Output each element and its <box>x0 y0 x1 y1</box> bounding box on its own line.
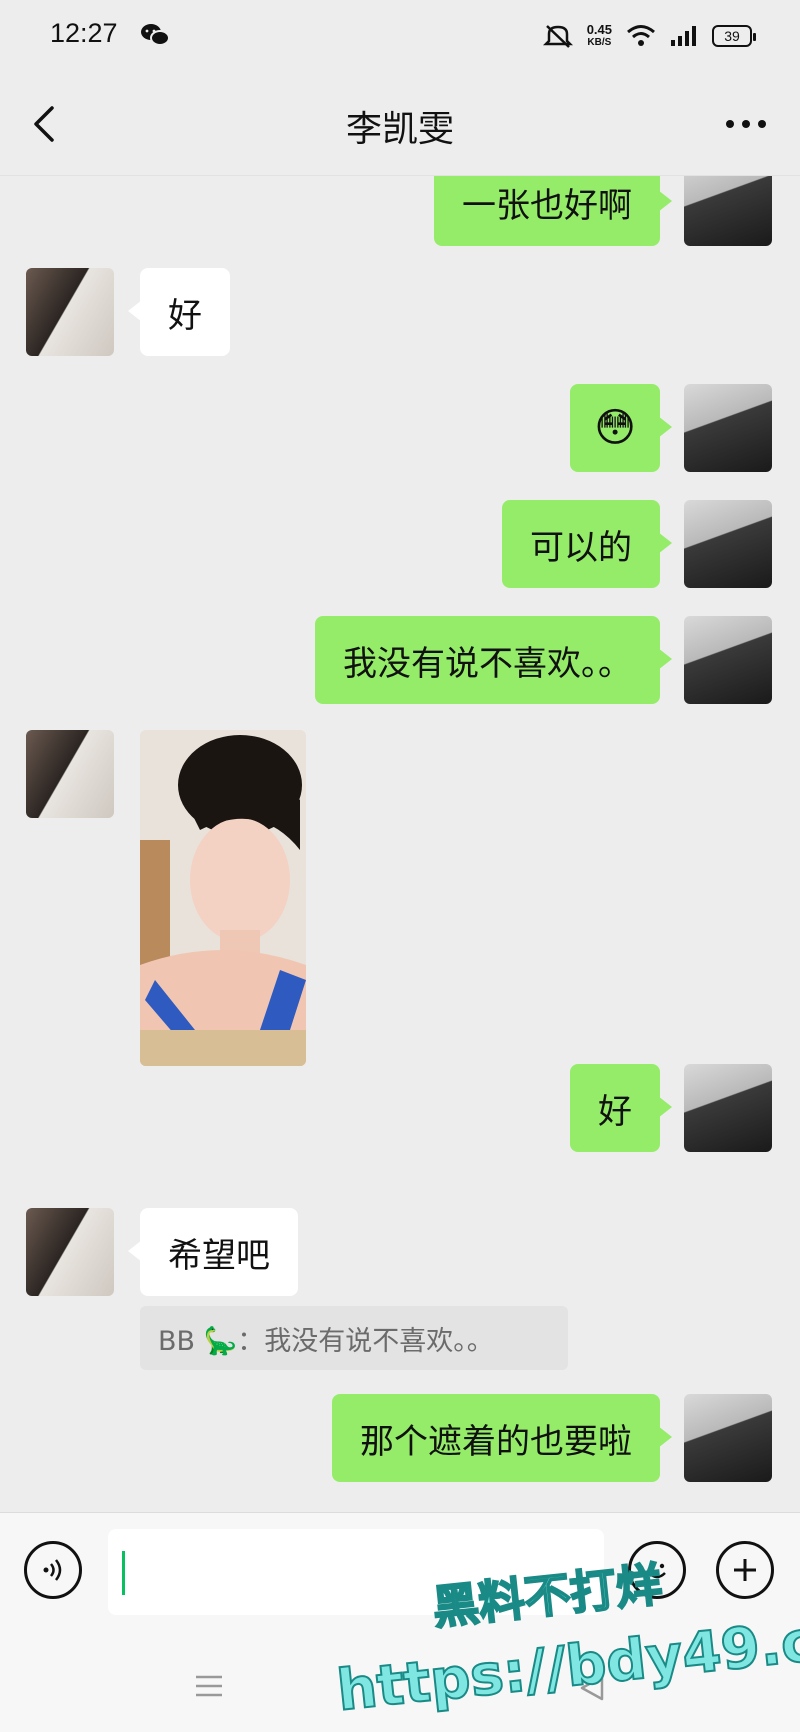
chat-header: 李凯雯 <box>0 72 800 176</box>
my-avatar[interactable] <box>684 500 772 588</box>
net-speed-value: 0.45 <box>586 22 612 37</box>
message-bubble-sent[interactable]: 😳 <box>570 384 672 472</box>
voice-button[interactable] <box>24 1541 82 1599</box>
image-message[interactable] <box>140 730 306 1066</box>
flushed-emoji: 😳 <box>594 405 636 451</box>
signal-icon <box>671 26 696 46</box>
status-bar: 12:27 0.45 KB/S 39 <box>0 0 800 72</box>
status-indicators: 0.45 KB/S 39 <box>542 18 756 54</box>
net-speed-unit: KB/S <box>587 37 612 48</box>
wechat-icon <box>141 24 170 46</box>
menu-icon[interactable] <box>194 1674 224 1698</box>
plus-icon <box>734 1559 756 1581</box>
message-bubble-received[interactable]: 好 <box>128 268 230 356</box>
message-bubble-sent[interactable]: 好 <box>570 1064 672 1152</box>
my-avatar[interactable] <box>684 1064 772 1152</box>
contact-avatar[interactable] <box>26 268 114 356</box>
text-cursor <box>122 1551 125 1595</box>
net-speed: 0.45 KB/S <box>587 23 612 49</box>
wifi-icon <box>627 25 655 46</box>
contact-avatar[interactable] <box>26 730 114 818</box>
message-bubble-sent[interactable]: 我没有说不喜欢。。 <box>315 616 672 704</box>
my-avatar[interactable] <box>684 1394 772 1482</box>
message-bubble-sent[interactable]: 可以的 <box>502 500 672 588</box>
battery-indicator: 39 <box>712 25 756 47</box>
mute-icon <box>542 25 573 48</box>
my-avatar[interactable] <box>684 384 772 472</box>
message-bubble-sent[interactable]: 一张也好啊 <box>434 176 672 246</box>
photo-content <box>140 730 306 1066</box>
message-bubble-sent[interactable]: 那个遮着的也要啦 <box>332 1394 672 1482</box>
my-avatar[interactable] <box>684 176 772 246</box>
message-bubble-received[interactable]: 希望吧 <box>128 1208 298 1296</box>
voice-icon <box>43 1559 62 1581</box>
my-avatar[interactable] <box>684 616 772 704</box>
chat-title: 李凯雯 <box>345 109 454 150</box>
input-bar <box>0 1512 800 1622</box>
more-functions-button[interactable] <box>716 1541 774 1599</box>
status-time: 12:27 <box>50 18 118 48</box>
quoted-message[interactable]: BB 🦕：我没有说不喜欢。。 <box>140 1306 568 1370</box>
more-options-icon[interactable] <box>722 106 770 142</box>
message-list[interactable]: 一张也好啊 好 😳 可以的 我没有说不喜欢。。 好 希望吧 BB 🦕：我没有说不… <box>0 176 800 1512</box>
contact-avatar[interactable] <box>26 1208 114 1296</box>
